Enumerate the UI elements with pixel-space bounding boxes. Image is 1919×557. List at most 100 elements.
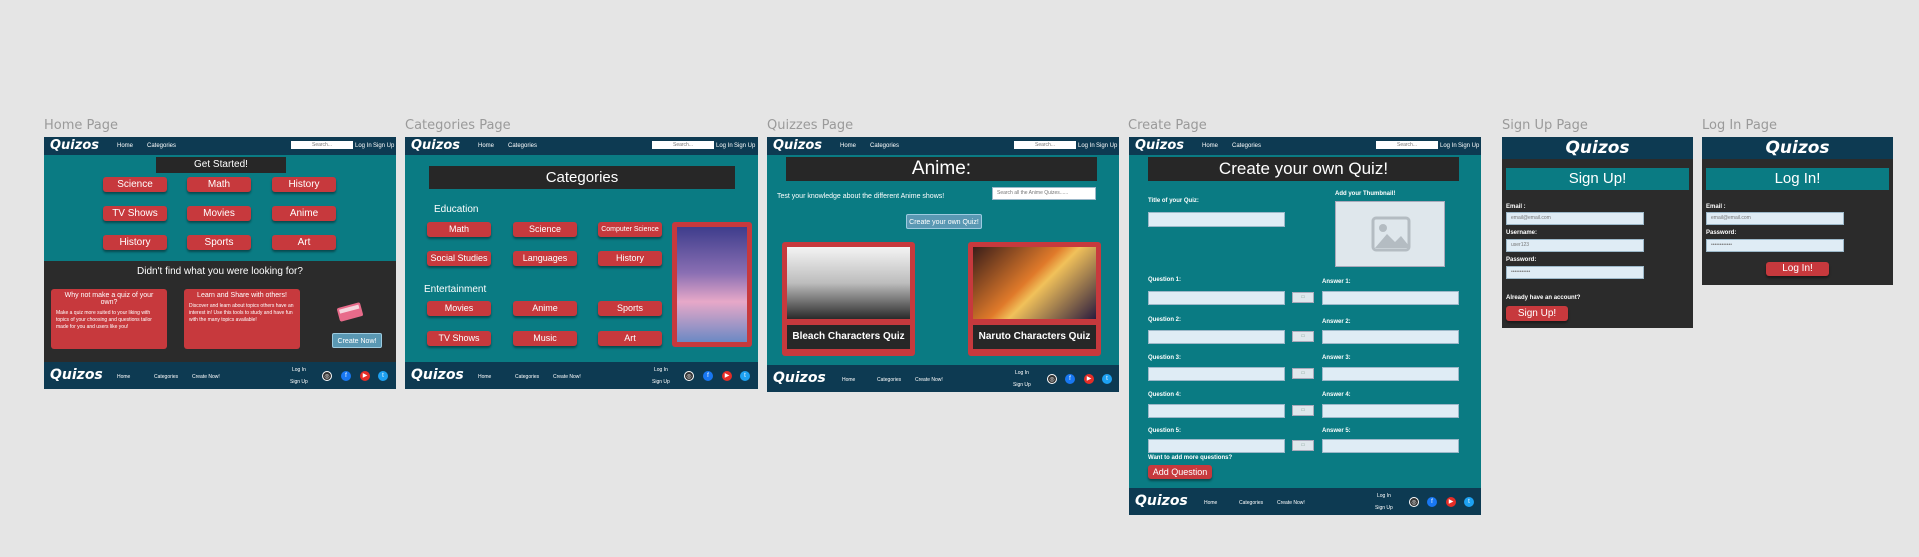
category-button[interactable]: History	[598, 251, 662, 266]
nav-home[interactable]: Home	[478, 143, 494, 149]
search-input[interactable]: Search...	[1376, 141, 1438, 149]
category-button[interactable]: TV Shows	[103, 206, 167, 221]
search-input[interactable]: Search...	[1014, 141, 1076, 149]
picture-icon[interactable]: ▭	[1292, 331, 1314, 342]
footer-logo[interactable]: Quizos	[1135, 493, 1188, 509]
category-button[interactable]: Anime	[513, 301, 577, 316]
picture-icon[interactable]: ▭	[1292, 292, 1314, 303]
facebook-icon[interactable]: f	[703, 371, 713, 381]
category-button[interactable]: Social Studies	[427, 251, 491, 266]
question-input[interactable]	[1148, 367, 1285, 381]
picture-icon[interactable]: ▭	[1292, 368, 1314, 379]
nav-login[interactable]: Log In	[355, 143, 372, 149]
category-button[interactable]: Music	[513, 331, 577, 346]
category-button[interactable]: Movies	[187, 206, 251, 221]
category-button[interactable]: Sports	[598, 301, 662, 316]
logo[interactable]: Quizos	[1135, 138, 1184, 153]
footer-home[interactable]: Home	[117, 374, 130, 380]
picture-icon[interactable]: ▭	[1292, 440, 1314, 451]
nav-categories[interactable]: Categories	[147, 143, 176, 149]
facebook-icon[interactable]: f	[341, 371, 351, 381]
footer-logo[interactable]: Quizos	[50, 367, 103, 383]
footer-categories[interactable]: Categories	[877, 377, 901, 383]
nav-home[interactable]: Home	[1202, 143, 1218, 149]
logo[interactable]: Quizos	[1502, 138, 1693, 158]
twitter-icon[interactable]: t	[378, 371, 388, 381]
featured-image-card[interactable]	[672, 222, 752, 347]
quiz-card[interactable]: Naruto Characters Quiz	[968, 242, 1101, 356]
footer-signup[interactable]: Sign Up	[1375, 505, 1393, 511]
password-input[interactable]: •••••••••••	[1506, 266, 1644, 279]
footer-create[interactable]: Create Now!	[553, 374, 581, 380]
nav-signup[interactable]: Sign Up	[1096, 143, 1117, 149]
footer-categories[interactable]: Categories	[1239, 500, 1263, 506]
footer-login[interactable]: Log In	[1015, 370, 1029, 376]
nav-login[interactable]: Log In	[716, 143, 733, 149]
question-input[interactable]	[1148, 404, 1285, 418]
category-button[interactable]: Art	[598, 331, 662, 346]
question-input[interactable]	[1148, 330, 1285, 344]
youtube-icon[interactable]: ▶	[360, 371, 370, 381]
youtube-icon[interactable]: ▶	[1446, 497, 1456, 507]
instagram-icon[interactable]: ◎	[322, 371, 332, 381]
answer-input[interactable]	[1322, 439, 1459, 453]
category-button[interactable]: Science	[103, 177, 167, 192]
answer-input[interactable]	[1322, 291, 1459, 305]
category-button[interactable]: Math	[187, 177, 251, 192]
facebook-icon[interactable]: f	[1427, 497, 1437, 507]
twitter-icon[interactable]: t	[1464, 497, 1474, 507]
twitter-icon[interactable]: t	[740, 371, 750, 381]
nav-login[interactable]: Log In	[1440, 143, 1457, 149]
answer-input[interactable]	[1322, 330, 1459, 344]
nav-categories[interactable]: Categories	[870, 143, 899, 149]
search-input[interactable]: Search...	[652, 141, 714, 149]
footer-create[interactable]: Create Now!	[192, 374, 220, 380]
nav-home[interactable]: Home	[117, 143, 133, 149]
nav-categories[interactable]: Categories	[508, 143, 537, 149]
category-button[interactable]: Math	[427, 222, 491, 237]
category-button[interactable]: History	[272, 177, 336, 192]
logo[interactable]: Quizos	[1702, 138, 1893, 158]
category-button[interactable]: Languages	[513, 251, 577, 266]
footer-create[interactable]: Create Now!	[915, 377, 943, 383]
footer-login[interactable]: Log In	[292, 367, 306, 373]
logo[interactable]: Quizos	[50, 138, 99, 153]
facebook-icon[interactable]: f	[1065, 374, 1075, 384]
password-input[interactable]: ••••••••••••	[1706, 239, 1844, 252]
twitter-icon[interactable]: t	[1102, 374, 1112, 384]
search-input[interactable]: Search...	[291, 141, 353, 149]
nav-signup[interactable]: Sign Up	[373, 143, 394, 149]
logo[interactable]: Quizos	[411, 138, 460, 153]
instagram-icon[interactable]: ◎	[684, 371, 694, 381]
footer-login[interactable]: Log In	[1377, 493, 1391, 499]
logo[interactable]: Quizos	[773, 138, 822, 153]
answer-input[interactable]	[1322, 367, 1459, 381]
category-button[interactable]: Art	[272, 235, 336, 250]
question-input[interactable]	[1148, 291, 1285, 305]
create-quiz-button[interactable]: Create your own Quiz!	[906, 214, 982, 229]
email-input[interactable]: email@email.com	[1506, 212, 1644, 225]
nav-categories[interactable]: Categories	[1232, 143, 1261, 149]
footer-home[interactable]: Home	[842, 377, 855, 383]
footer-home[interactable]: Home	[478, 374, 491, 380]
footer-categories[interactable]: Categories	[154, 374, 178, 380]
nav-login[interactable]: Log In	[1078, 143, 1095, 149]
answer-input[interactable]	[1322, 404, 1459, 418]
picture-icon[interactable]: ▭	[1292, 405, 1314, 416]
footer-home[interactable]: Home	[1204, 500, 1217, 506]
footer-logo[interactable]: Quizos	[411, 367, 464, 383]
youtube-icon[interactable]: ▶	[722, 371, 732, 381]
footer-signup[interactable]: Sign Up	[1013, 382, 1031, 388]
quiz-title-input[interactable]	[1148, 212, 1285, 227]
create-now-button[interactable]: Create Now!	[332, 333, 382, 348]
footer-login[interactable]: Log In	[654, 367, 668, 373]
nav-home[interactable]: Home	[840, 143, 856, 149]
instagram-icon[interactable]: ◎	[1047, 374, 1057, 384]
footer-categories[interactable]: Categories	[515, 374, 539, 380]
category-button[interactable]: Anime	[272, 206, 336, 221]
footer-signup[interactable]: Sign Up	[290, 379, 308, 385]
username-input[interactable]: user123	[1506, 239, 1644, 252]
category-button[interactable]: Science	[513, 222, 577, 237]
quiz-search-input[interactable]: Search all the Anime Quizes......	[992, 187, 1096, 200]
category-button[interactable]: Movies	[427, 301, 491, 316]
